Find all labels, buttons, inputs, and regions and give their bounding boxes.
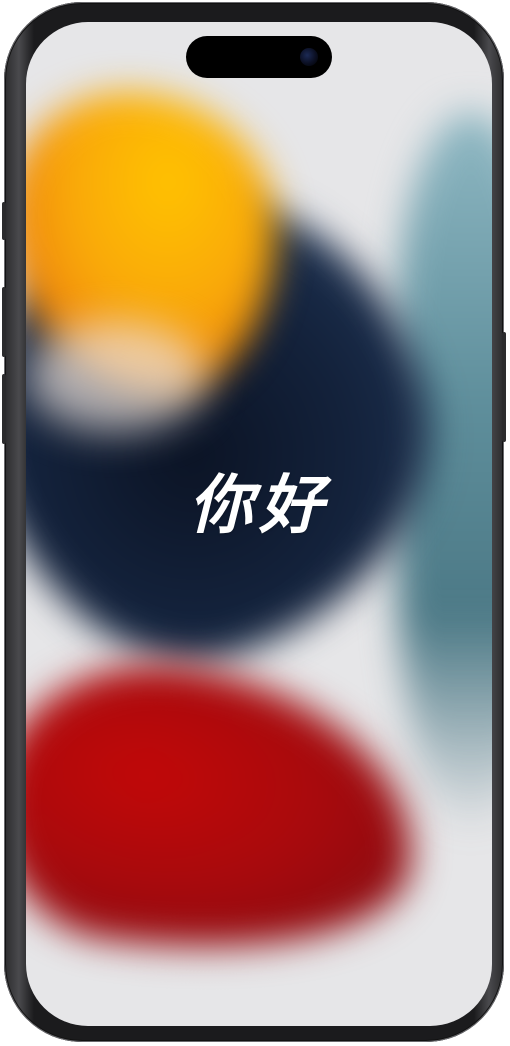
front-camera-icon: [300, 48, 318, 66]
hello-greeting: 你好: [189, 469, 329, 543]
screen[interactable]: 你好: [26, 22, 492, 1026]
dynamic-island: [186, 36, 332, 78]
wallpaper-highlight: [26, 322, 206, 432]
volume-down-button[interactable]: [2, 374, 6, 444]
power-button[interactable]: [502, 332, 506, 442]
action-button[interactable]: [2, 202, 6, 240]
phone-frame: 你好: [2, 2, 506, 1042]
wallpaper-blob-red: [26, 644, 434, 980]
volume-up-button[interactable]: [2, 287, 6, 357]
